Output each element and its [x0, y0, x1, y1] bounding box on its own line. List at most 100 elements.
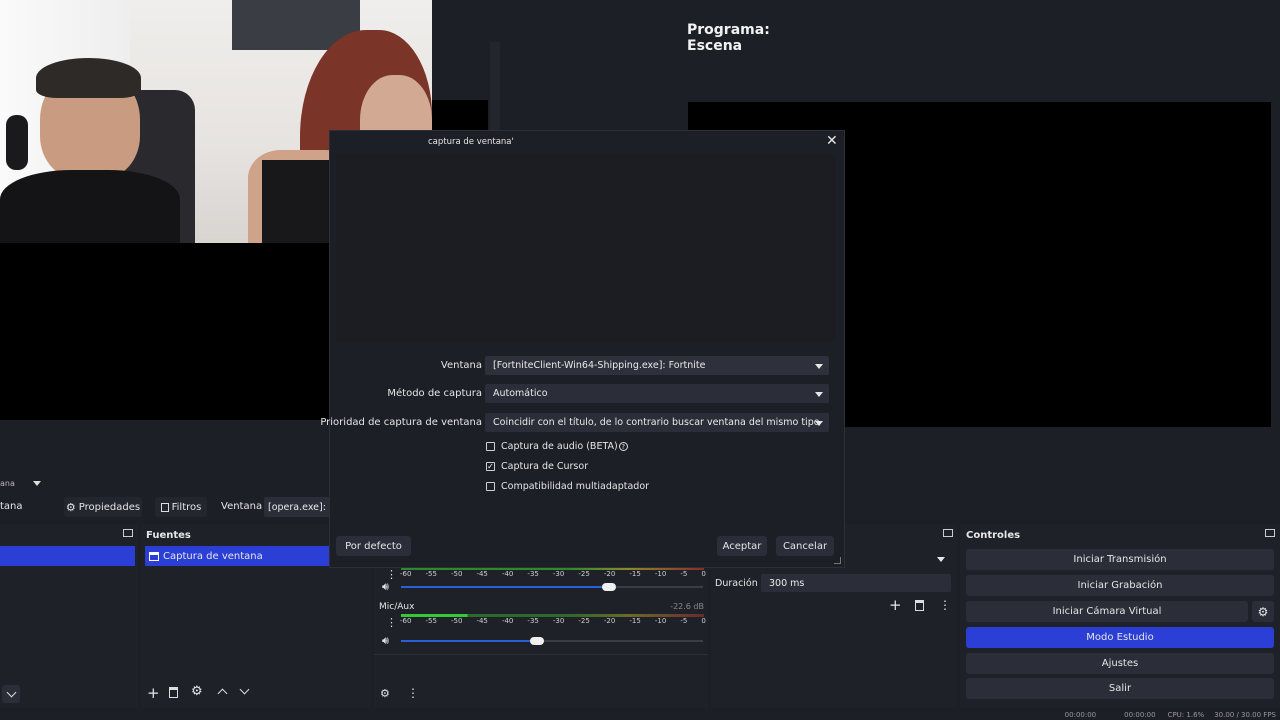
priority-label: Prioridad de captura de ventana: [320, 417, 482, 428]
studio-mode-button[interactable]: Modo Estudio: [966, 627, 1274, 648]
volume-slider-track[interactable]: [401, 640, 703, 642]
start-stream-button[interactable]: Iniciar Transmisión: [966, 549, 1274, 570]
filters-button[interactable]: Filtros: [155, 497, 207, 517]
cancel-button[interactable]: Cancelar: [776, 536, 834, 556]
close-icon[interactable]: ✕: [826, 133, 838, 149]
source-toolbar-partial-label: tana: [0, 501, 23, 512]
duration-label: Duración: [715, 578, 758, 589]
properties-label: Propiedades: [78, 501, 141, 513]
priority-select[interactable]: Coincidir con el título, de lo contrario…: [485, 413, 829, 432]
filter-icon: [160, 502, 169, 512]
volume-slider-handle[interactable]: [602, 583, 616, 591]
chevron-down-icon: [815, 420, 823, 426]
headphones: [6, 115, 28, 170]
volume-slider-fill: [401, 640, 537, 642]
resize-grip-icon[interactable]: [834, 557, 841, 564]
scenes-dock: [0, 524, 138, 708]
advanced-audio-icon[interactable]: ⚙: [380, 687, 390, 700]
toolbar-window-select[interactable]: [opera.exe]: O: [264, 497, 330, 517]
move-up-icon[interactable]: [217, 688, 228, 699]
method-label: Método de captura: [387, 388, 482, 399]
meter-ticks: -60 -55 -50 -45 -40 -35 -30 -25 -20 -15 -10 -5 0: [400, 617, 706, 625]
speaker-icon[interactable]: 🔊︎: [382, 634, 389, 648]
scene-item-selected[interactable]: [0, 546, 135, 566]
exit-button[interactable]: Salir: [966, 678, 1274, 699]
track-name: Mic/Aux: [379, 602, 415, 612]
properties-button[interactable]: ⚙ Propiedades: [64, 497, 142, 517]
mixer-track-1: ⋮ -60 -55 -50 -45 -40 -35 -30 -25 -20 -15 -10 -5 0 🔊…: [374, 564, 708, 594]
gear-icon: ⚙: [1257, 604, 1269, 619]
gear-icon[interactable]: ⚙: [191, 684, 203, 699]
start-virtual-cam-button[interactable]: Iniciar Cámara Virtual: [966, 601, 1248, 622]
duration-input[interactable]: 300 ms: [761, 574, 951, 592]
chevron-down-icon: [815, 363, 823, 369]
status-fps: 30.00 / 30.00 FPS: [1214, 711, 1276, 719]
chevron-down-icon: [937, 557, 945, 562]
person-left-body: [0, 170, 180, 243]
window-select[interactable]: [FortniteClient-Win64-Shipping.exe]: For…: [485, 356, 829, 375]
toolbar-window-label: Ventana: [221, 501, 263, 512]
settings-button[interactable]: Ajustes: [966, 653, 1274, 674]
dialog-titlebar: captura de ventana' ✕: [330, 131, 844, 152]
method-select[interactable]: Automático: [485, 384, 829, 403]
chevron-down-icon: [815, 391, 823, 397]
window-icon: [149, 551, 159, 561]
trash-icon[interactable]: [169, 687, 178, 698]
toolbar-window-value: [opera.exe]: O: [268, 501, 330, 513]
mixer-divider: [374, 654, 708, 655]
help-icon[interactable]: ?: [618, 442, 628, 451]
meter-ticks: -60 -55 -50 -45 -40 -35 -30 -25 -20 -15 -10 -5 0: [400, 570, 706, 578]
start-recording-button[interactable]: Iniciar Grabación: [966, 575, 1274, 596]
gear-icon: ⚙: [65, 500, 76, 514]
cursor-capture-label: Captura de Cursor: [501, 461, 589, 472]
track-db: -22.6 dB: [670, 602, 704, 611]
mixer-menu-icon[interactable]: ⋮: [407, 686, 419, 700]
ok-button[interactable]: Aceptar: [717, 536, 767, 556]
volume-slider-fill: [401, 586, 613, 588]
audio-capture-checkbox[interactable]: [486, 442, 495, 451]
volume-slider-track[interactable]: [401, 586, 703, 588]
audio-capture-label: Captura de audio (BETA): [501, 441, 618, 452]
sources-title: Fuentes: [146, 530, 191, 541]
volume-slider-handle[interactable]: [530, 637, 544, 645]
scenes-chevron-button[interactable]: [2, 685, 20, 703]
audio-capture-option[interactable]: Captura de audio (BETA) ?: [486, 441, 628, 452]
properties-dialog: captura de ventana' ✕ Ventana [FortniteC…: [320, 131, 844, 567]
move-down-icon[interactable]: [239, 684, 250, 695]
trash-icon[interactable]: [915, 600, 924, 611]
scene-dropdown-label: ana: [0, 478, 15, 488]
defaults-button[interactable]: Por defecto: [336, 536, 411, 556]
multiadapter-checkbox[interactable]: [486, 482, 495, 491]
scene-dropdown[interactable]: ana: [0, 476, 41, 490]
window-select-value: [FortniteClient-Win64-Shipping.exe]: For…: [493, 360, 706, 371]
source-item-label: Captura de ventana: [163, 550, 263, 562]
cursor-capture-checkbox[interactable]: ✓: [486, 462, 495, 471]
track-menu-icon[interactable]: ⋮: [386, 616, 397, 629]
source-item[interactable]: Captura de ventana: [145, 546, 333, 566]
add-source-button[interactable]: +: [147, 686, 160, 701]
multiadapter-option[interactable]: Compatibilidad multiadaptador: [486, 481, 649, 492]
person-left-hair: [36, 58, 141, 98]
dialog-title: captura de ventana': [428, 137, 514, 147]
cursor-capture-option[interactable]: ✓ Captura de Cursor: [486, 461, 588, 472]
add-transition-button[interactable]: +: [889, 596, 902, 614]
dock-float-icon[interactable]: [943, 529, 953, 537]
dock-float-icon[interactable]: [123, 529, 133, 537]
dock-float-icon[interactable]: [1265, 529, 1275, 537]
program-title: Programa: Escena: [687, 22, 770, 54]
controls-dock: Controles Iniciar Transmisión Iniciar Gr…: [960, 524, 1280, 708]
multiadapter-label: Compatibilidad multiadaptador: [501, 481, 650, 492]
filters-label: Filtros: [171, 501, 202, 513]
virtual-cam-settings-button[interactable]: ⚙: [1252, 601, 1274, 622]
transition-menu-icon[interactable]: ⋮: [939, 598, 951, 612]
chevron-down-icon: [32, 480, 41, 486]
speaker-icon[interactable]: 🔊︎: [382, 580, 389, 594]
status-time-2: 00:00:00: [1124, 711, 1156, 719]
status-time-1: 00:00:00: [1064, 711, 1097, 719]
person-right-top: [262, 160, 332, 243]
mixer-track-2: Mic/Aux -22.6 dB ⋮ -60 -55 -50 -45 -40 -35 -30…: [374, 600, 708, 650]
status-bar: 00:00:00 00:00:00 CPU: 1.6% 30.00 / 30.0…: [0, 710, 1280, 720]
method-select-value: Automático: [493, 388, 548, 399]
window-label: Ventana: [440, 360, 482, 371]
dialog-preview: [336, 154, 836, 342]
